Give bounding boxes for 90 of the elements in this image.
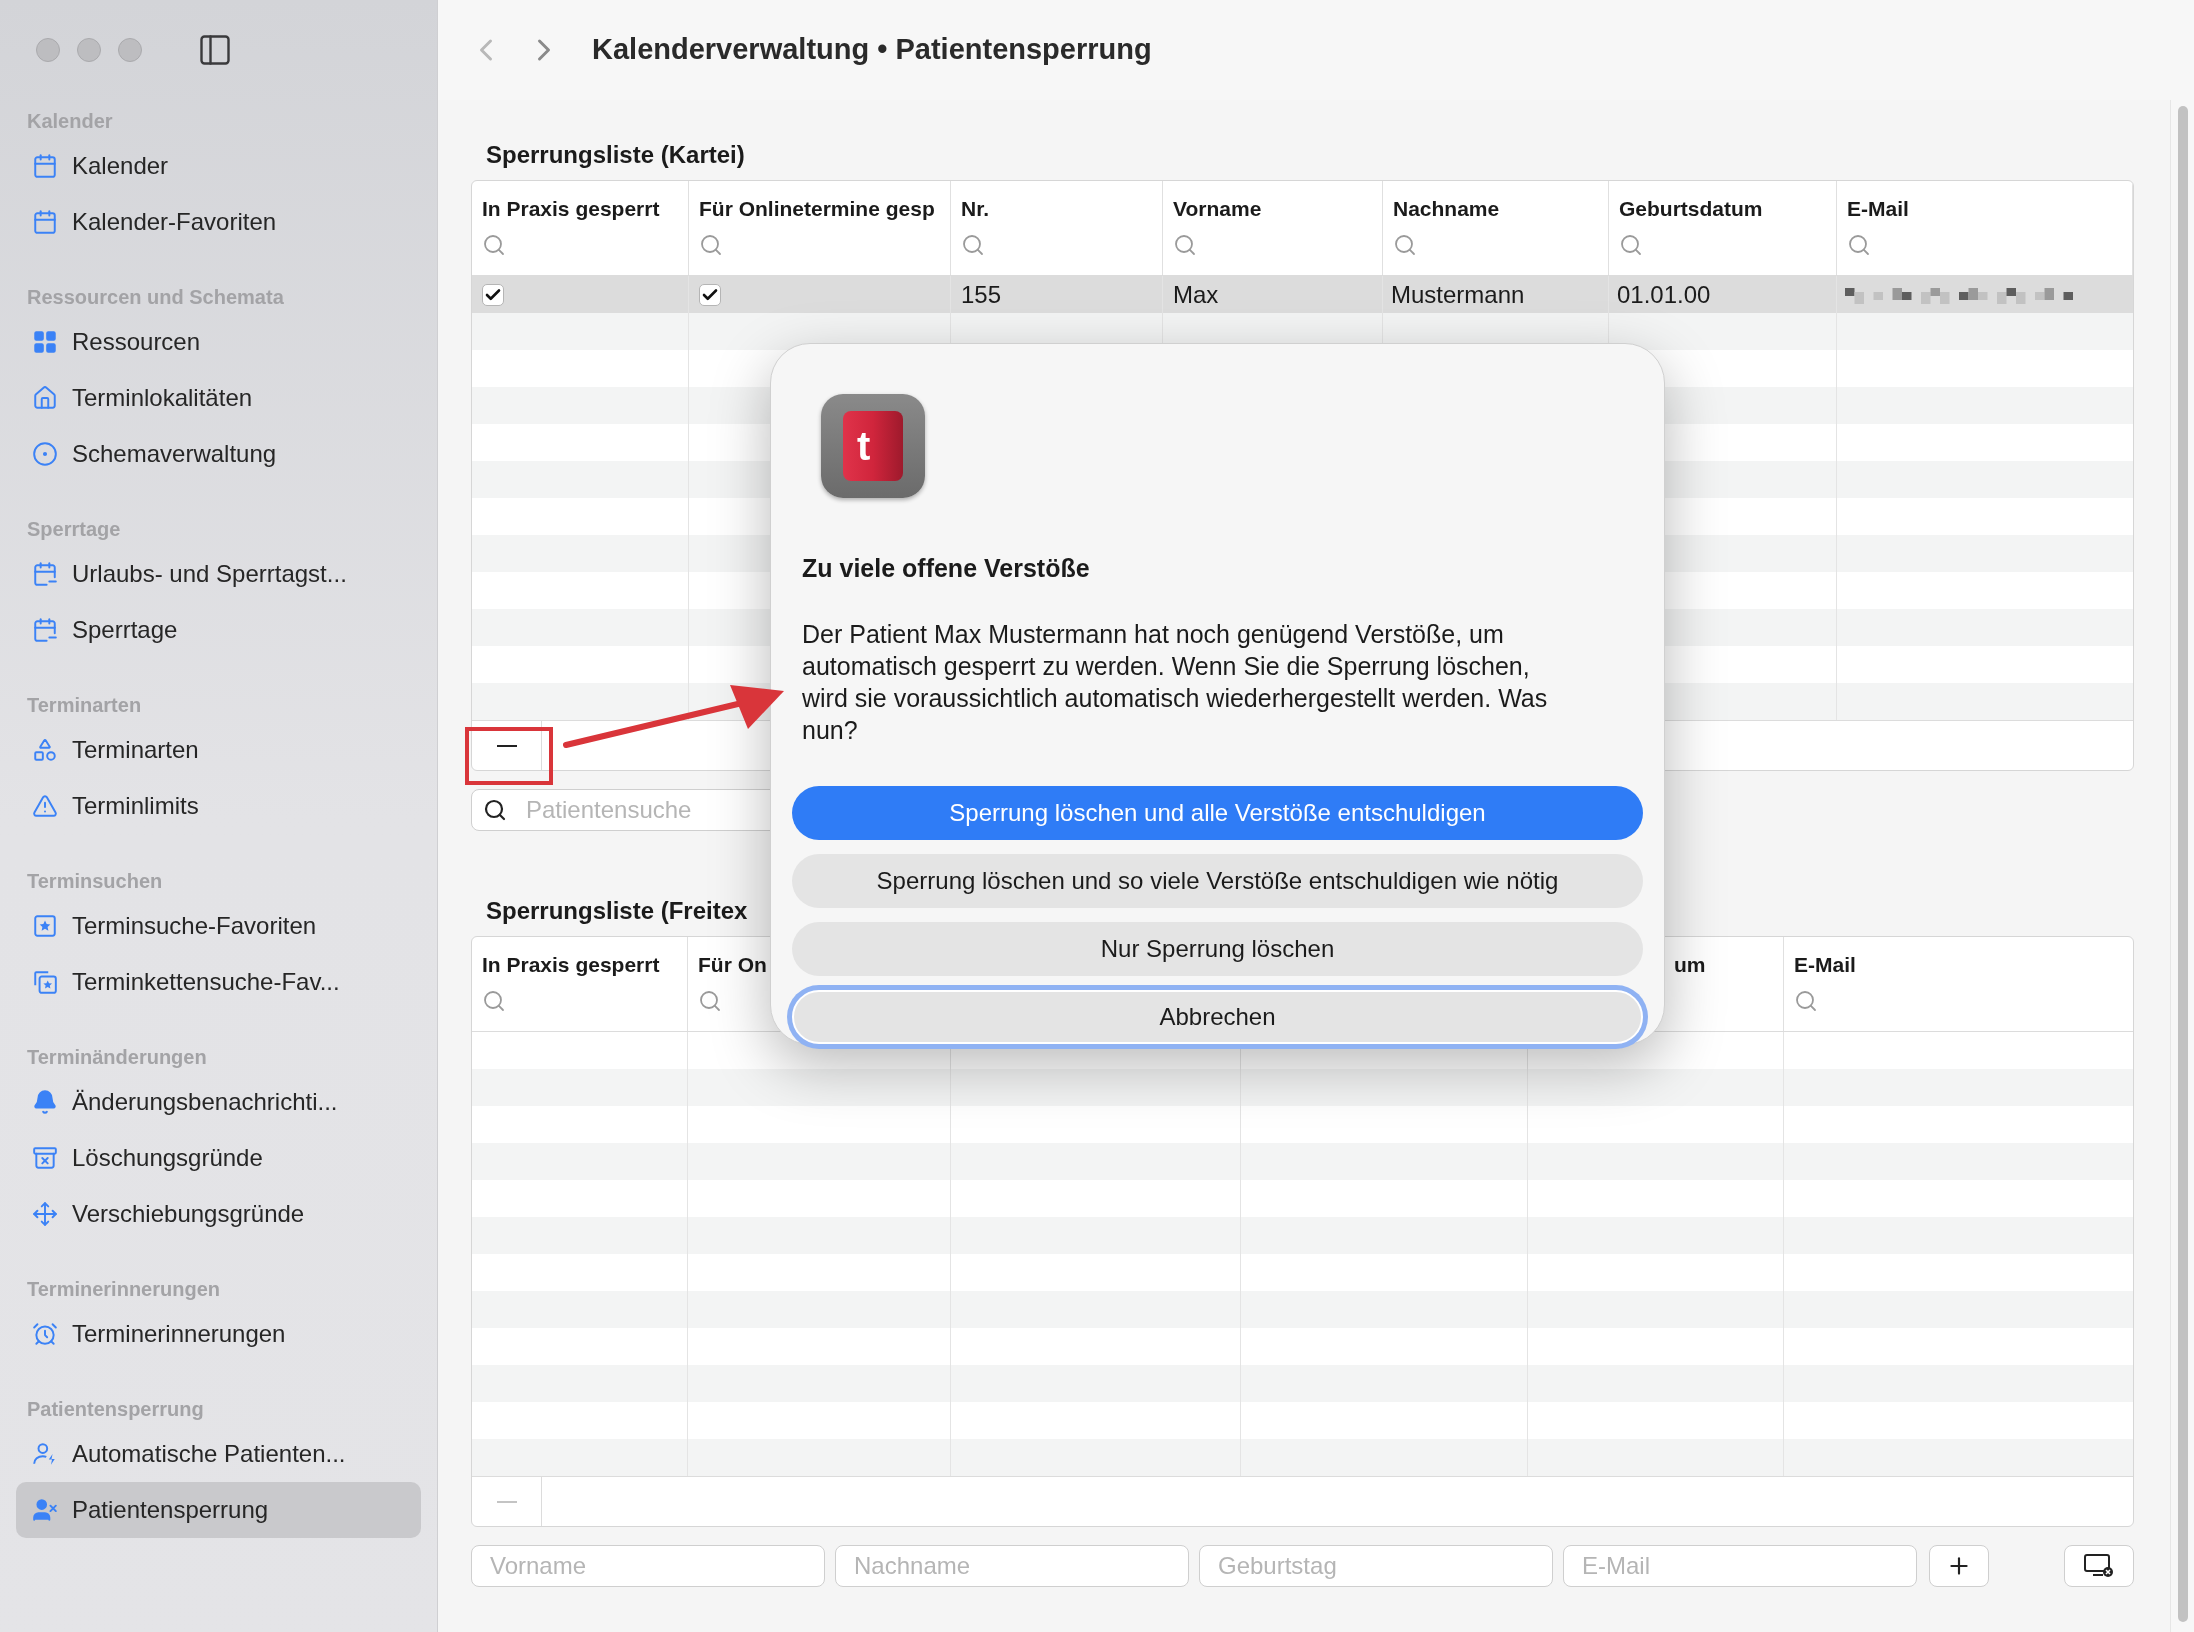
sidebar-item[interactable]: Terminlokalitäten <box>16 370 421 426</box>
checkbox[interactable] <box>482 283 504 306</box>
logo-letter: t <box>857 426 871 466</box>
search-icon[interactable] <box>482 232 506 257</box>
sidebar-item[interactable]: Schemaverwaltung <box>16 426 421 482</box>
section-header: Terminerinnerungen <box>26 1277 221 1302</box>
add-button[interactable] <box>1929 1545 1989 1587</box>
search-icon[interactable] <box>961 232 985 257</box>
screen-x-button[interactable] <box>2064 1545 2134 1587</box>
table-cell-text: Mustermann <box>1391 279 1525 310</box>
column-header[interactable]: Für Onlinetermine gesp <box>699 193 950 225</box>
section-header: Terminsuchen <box>26 869 164 894</box>
search-icon <box>483 798 507 822</box>
zoom-window-button[interactable] <box>118 38 142 62</box>
text-field[interactable]: Nachname <box>835 1545 1189 1587</box>
bell-icon <box>32 1089 58 1115</box>
grid-icon <box>32 329 58 355</box>
table-cell-text: 155 <box>961 279 1002 310</box>
archive-x-icon <box>32 1145 58 1171</box>
dialog-title: Zu viele offene Verstöße <box>802 553 1091 584</box>
dialog-button[interactable]: Sperrung löschen und alle Verstöße entschuldigen <box>792 785 1643 840</box>
calendar-minus-icon <box>32 617 58 643</box>
alarm-clock-icon <box>32 1321 58 1347</box>
section-title: Sperrungsliste (Kartei) <box>485 140 746 170</box>
search-icon[interactable] <box>698 988 722 1013</box>
column-header[interactable]: um <box>1674 949 1706 981</box>
search-icon[interactable] <box>1619 232 1643 257</box>
search-icon[interactable] <box>1794 988 1818 1013</box>
search-icon[interactable] <box>1847 232 1871 257</box>
star-square-icon <box>32 913 58 939</box>
search-icon[interactable] <box>1393 232 1417 257</box>
calendar-icon <box>32 153 58 179</box>
sidebar-item[interactable]: Kalender <box>16 138 421 194</box>
house-icon <box>32 385 58 411</box>
column-header[interactable]: E-Mail <box>1794 949 1856 981</box>
user-slash-icon <box>32 1497 58 1523</box>
section-header: Patientensperrung <box>26 1397 205 1422</box>
search-icon[interactable] <box>1173 232 1197 257</box>
section-title: Sperrungsliste (Freitex <box>485 896 749 926</box>
shapes-icon <box>32 737 58 763</box>
circle-icon <box>32 441 58 467</box>
stacked-star-icon <box>32 969 58 995</box>
section-header: Sperrtage <box>26 517 122 542</box>
column-header[interactable]: Nr. <box>961 193 1162 225</box>
text-field[interactable]: Geburtstag <box>1199 1545 1553 1587</box>
sidebar-item[interactable]: Automatische Patienten... <box>16 1426 421 1482</box>
table-cell-text: 01.01.00 <box>1617 279 1711 310</box>
table-cell-text: Max <box>1173 279 1219 310</box>
section-header: Ressourcen und Schemata <box>26 285 285 310</box>
minimize-window-button[interactable] <box>77 38 101 62</box>
dialog-button[interactable]: Nur Sperrung löschen <box>792 921 1643 976</box>
table-row[interactable]: 155 Max Mustermann 01.01.00 <box>472 276 2133 313</box>
text-field[interactable]: E-Mail <box>1563 1545 1917 1587</box>
sidebar-item[interactable]: Kalender-Favoriten <box>16 194 421 250</box>
sidebar-item[interactable]: Patientensperrung <box>16 1482 421 1538</box>
close-window-button[interactable] <box>36 38 60 62</box>
sidebar-item[interactable]: Urlaubs- und Sperrtagst... <box>16 546 421 602</box>
sidebar-item[interactable]: Änderungsbenachrichti... <box>16 1074 421 1130</box>
section-header: Terminarten <box>26 693 143 718</box>
column-header[interactable]: Geburtsdatum <box>1619 193 1836 225</box>
sidebar-item[interactable]: Terminsuche-Favoriten <box>16 898 421 954</box>
minus-icon <box>496 744 517 747</box>
dialog-message: Der Patient Max Mustermann hat noch genügend Verstöße, um automatisch gesperrt zu werden. Wenn Sie die Sperrung löschen, wird sie voraussichtlich automatisch wiederhergestellt werden. Was nun? <box>802 618 1549 746</box>
column-header[interactable]: In Praxis gesperrt <box>482 193 688 225</box>
sidebar-item[interactable]: Löschungsgründe <box>16 1130 421 1186</box>
sidebar-item[interactable]: Terminerinnerungen <box>16 1306 421 1362</box>
search-icon[interactable] <box>482 988 506 1013</box>
minus-icon <box>496 1500 517 1503</box>
section-header: Terminänderungen <box>26 1045 208 1070</box>
sidebar-item[interactable]: Terminarten <box>16 722 421 778</box>
warning-icon <box>32 793 58 819</box>
move-icon <box>32 1201 58 1227</box>
sidebar-item[interactable]: Ressourcen <box>16 314 421 370</box>
column-header[interactable]: In Praxis gesperrt <box>482 949 660 981</box>
sidebar-item[interactable]: Terminkettensuche-Fav... <box>16 954 421 1010</box>
search-icon[interactable] <box>699 232 723 257</box>
column-header[interactable]: E-Mail <box>1847 193 2132 225</box>
screen-x-icon <box>2083 1553 2115 1579</box>
column-header[interactable]: Für On <box>698 949 767 981</box>
calendar-minus-icon <box>32 561 58 587</box>
checkbox[interactable] <box>699 283 721 306</box>
sidebar-item[interactable]: Terminlimits <box>16 778 421 834</box>
column-header[interactable]: Vorname <box>1173 193 1382 225</box>
text-field[interactable]: Vorname <box>471 1545 825 1587</box>
sidebar-item[interactable]: Sperrtage <box>16 602 421 658</box>
sidebar-item[interactable]: Verschiebungsgründe <box>16 1186 421 1242</box>
dialog-button[interactable]: Sperrung löschen und so viele Verstöße entschuldigen wie nötig <box>792 853 1643 908</box>
column-header[interactable]: Nachname <box>1393 193 1608 225</box>
window-title: Kalenderverwaltung • Patientensperrung <box>592 32 1152 68</box>
calendar-icon <box>32 209 58 235</box>
